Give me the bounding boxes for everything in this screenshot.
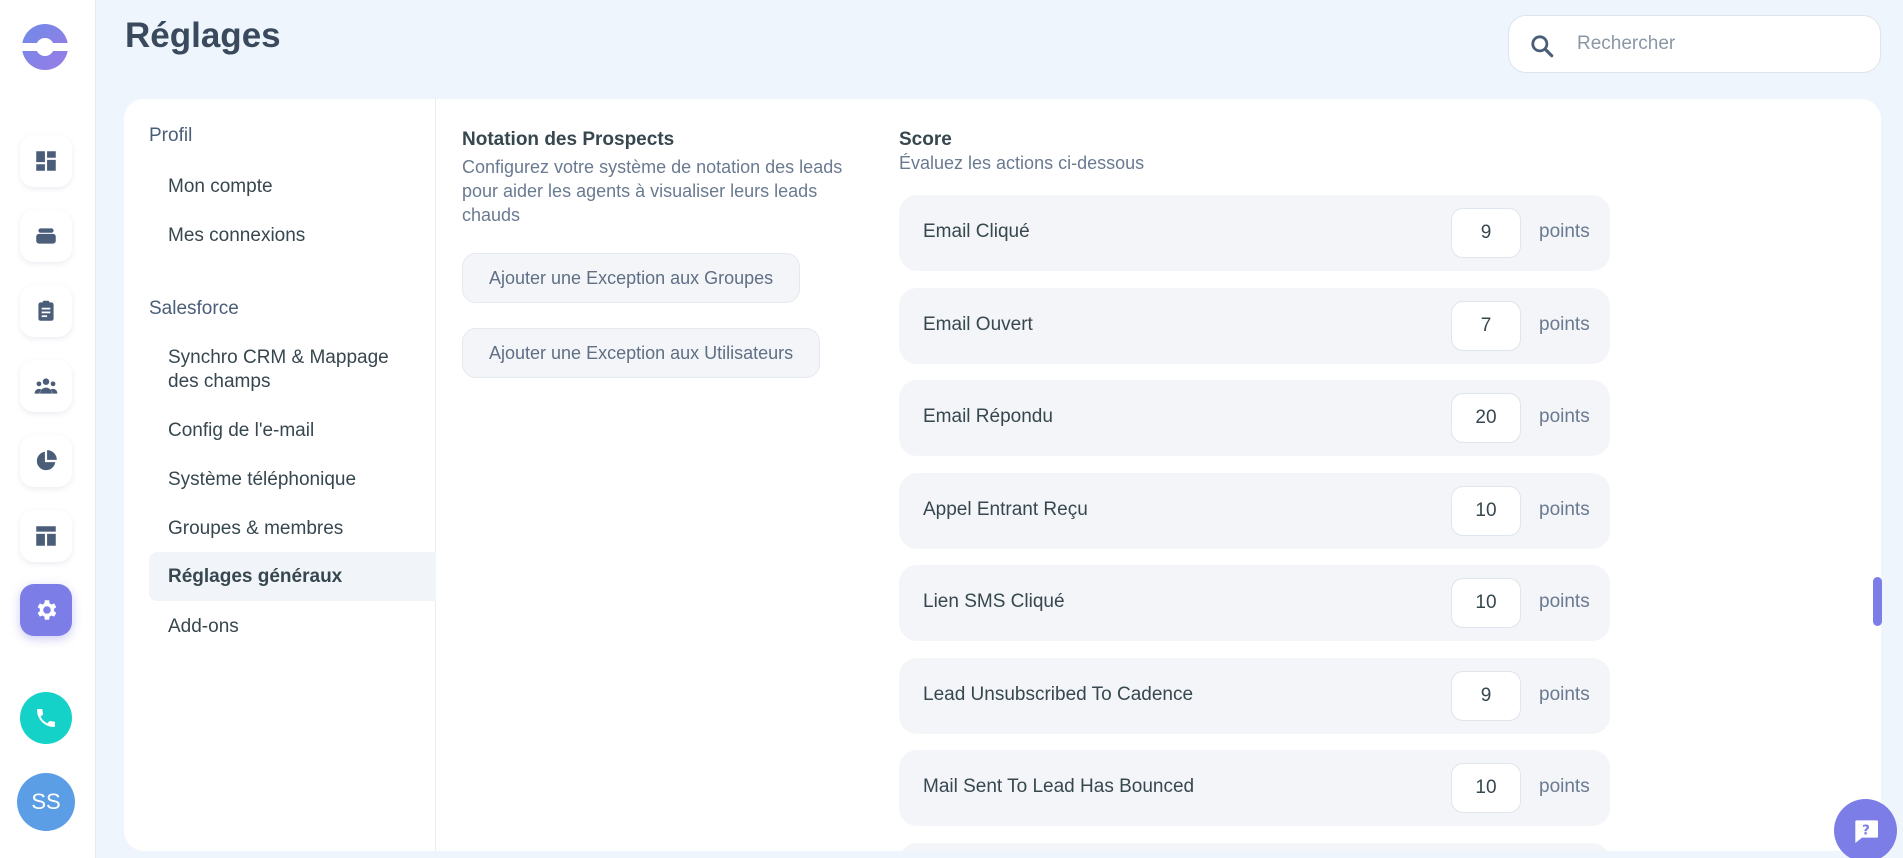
score-row: Lien SMS Cliqué points [899,565,1610,641]
score-title: Score [899,129,952,150]
team-icon [34,378,58,394]
score-row-input[interactable] [1451,208,1521,258]
score-row-unit: points [1539,314,1590,335]
score-row-label: Lien SMS Cliqué [923,591,1065,612]
score-row-input[interactable] [1451,393,1521,443]
left-rail: SS [0,0,96,858]
rail-team-button[interactable] [20,360,72,412]
score-row-label: Email Cliqué [923,221,1030,242]
score-row-unit: points [1539,591,1590,612]
dashboard-icon [36,151,56,171]
clipboard-icon [38,300,54,321]
score-row: Email Cliqué points [899,195,1610,271]
svg-text:?: ? [1862,823,1870,838]
scrollbar-thumb[interactable] [1873,577,1882,626]
call-button[interactable] [20,692,72,744]
search-icon [1531,35,1554,58]
score-row: Appel Entrant Reçu points [899,473,1610,549]
score-row-partial [899,843,1610,851]
search-input[interactable] [1577,26,1867,62]
rail-layers-button[interactable] [20,210,72,262]
phone-icon [37,709,55,727]
score-row-input[interactable] [1451,763,1521,813]
rail-settings-button[interactable] [20,584,72,636]
settings-subnav: Profil Mon compte Mes connexions Salesfo… [124,99,436,851]
gear-icon [37,600,57,620]
layout-icon [36,526,56,546]
add-user-exception-button[interactable]: Ajouter une Exception aux Utilisateurs [462,328,821,378]
pie-chart-icon [36,450,57,471]
avatar[interactable]: SS [17,773,75,831]
rail-templates-button[interactable] [20,510,72,562]
settings-card: Profil Mon compte Mes connexions Salesfo… [124,99,1881,851]
score-row-input[interactable] [1451,671,1521,721]
score-row: Email Répondu points [899,380,1610,456]
subnav-item-general-settings[interactable]: Réglages généraux [149,552,436,601]
score-row-input[interactable] [1451,301,1521,351]
score-row: Mail Sent To Lead Has Bounced points [899,750,1610,826]
score-row-label: Mail Sent To Lead Has Bounced [923,776,1195,797]
score-row: Lead Unsubscribed To Cadence points [899,658,1610,734]
page-title: Réglages [125,16,281,55]
add-group-exception-button[interactable]: Ajouter une Exception aux Groupes [462,253,801,303]
subnav-item-add-ons[interactable]: Add-ons [149,615,436,639]
score-row-input[interactable] [1451,578,1521,628]
subnav-item-mes-connexions[interactable]: Mes connexions [149,224,436,248]
subnav-item-email-config[interactable]: Config de l'e-mail [149,419,436,443]
lead-scoring-title: Notation des Prospects [462,129,675,150]
score-subtitle: Évaluez les actions ci-dessous [899,153,1145,173]
subnav-item-crm-sync[interactable]: Synchro CRM & Mappage des champs [149,346,436,394]
score-row-label: Email Répondu [923,406,1053,427]
rail-tasks-button[interactable] [20,285,72,337]
subnav-item-phone-system[interactable]: Système téléphonique [149,468,436,492]
score-row-unit: points [1539,406,1590,427]
score-row-unit: points [1539,499,1590,520]
help-chat-button[interactable]: ? [1834,799,1897,858]
search-box[interactable] [1508,15,1881,73]
subnav-item-mon-compte[interactable]: Mon compte [149,175,436,199]
score-row-label: Lead Unsubscribed To Cadence [923,684,1194,705]
score-row-label: Appel Entrant Reçu [923,499,1088,520]
help-chat-icon: ? [1854,819,1878,843]
lead-scoring-description: Configurez votre système de notation des… [462,157,843,225]
rail-reports-button[interactable] [20,435,72,487]
subnav-item-groups-members[interactable]: Groupes & membres [149,517,436,541]
subnav-section-profil: Profil [149,125,193,146]
score-row: Email Ouvert points [899,288,1610,364]
score-row-unit: points [1539,221,1590,242]
rail-dashboard-button[interactable] [20,135,72,187]
subnav-section-salesforce: Salesforce [149,298,239,319]
score-row-unit: points [1539,776,1590,797]
layers-icon [36,228,56,244]
score-row-label: Email Ouvert [923,314,1033,335]
score-row-input[interactable] [1451,486,1521,536]
score-row-unit: points [1539,684,1590,705]
app-logo[interactable] [22,24,68,70]
